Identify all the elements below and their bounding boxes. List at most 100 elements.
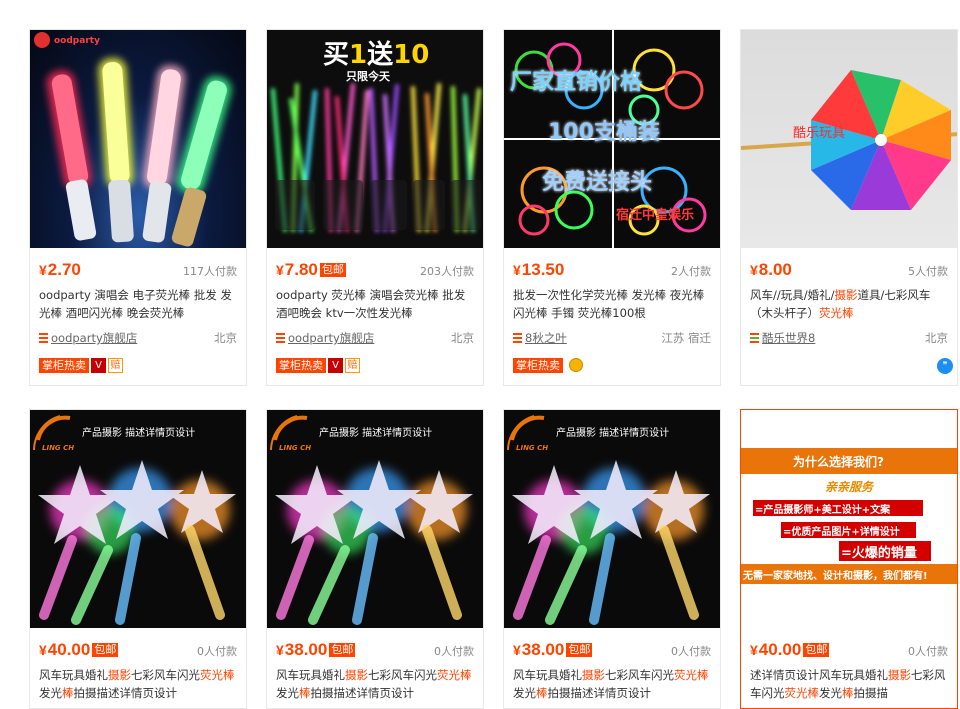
title-text: oodparty 荧光棒 演唱会荧光棒 批发 酒吧晚会 ktv一次性发光棒 xyxy=(276,288,466,320)
badges: 掌柜热卖 V 赔 xyxy=(39,358,123,374)
shop-icon xyxy=(750,333,759,343)
location: 北京 xyxy=(925,331,948,345)
free-shipping-badge: 包邮 xyxy=(329,643,356,657)
title-text: 七彩风车闪光 xyxy=(368,668,437,682)
hot-seller-badge[interactable]: 掌柜热卖 xyxy=(39,358,89,373)
seller-watermark: 宿迁中皇娱乐 xyxy=(616,208,695,223)
product-card[interactable]: 厂家直销价格 100支桶装 免费送接头 宿迁中皇娱乐 ¥13.50 2人付款 批… xyxy=(503,29,721,386)
product-card[interactable]: 酷乐玩具 ¥8.00 5人付款 风车//玩具/婚礼/摄影道具/七彩风车（木头杆子… xyxy=(740,29,958,386)
compensation-badge-icon[interactable]: 赔 xyxy=(345,358,360,373)
payers-count: 0人付款 xyxy=(197,645,237,658)
product-card[interactable]: 买1送10 只限今天 ¥7.80 包邮 203人付款 oodparty 荧光棒 演… xyxy=(266,29,484,386)
product-title[interactable]: oodparty 荧光棒 演唱会荧光棒 批发 酒吧晚会 ktv一次性发光棒 xyxy=(276,286,474,322)
title-text: 批发一次性化学荧光棒 发光棒 夜光棒 闪光棒 手镯 荧光棒100根 xyxy=(513,288,705,320)
product-title[interactable]: 风车//玩具/婚礼/摄影道具/七彩风车（木头杆子）荧光棒 xyxy=(750,286,948,322)
free-shipping-badge: 包邮 xyxy=(92,643,119,657)
product-title[interactable]: 批发一次性化学荧光棒 发光棒 夜光棒 闪光棒 手镯 荧光棒100根 xyxy=(513,286,711,322)
free-shipping-badge: 包邮 xyxy=(319,263,346,277)
title-text: 风车玩具婚礼 xyxy=(276,668,345,682)
brand-logo: LING CH xyxy=(42,444,75,452)
badges: 掌柜热卖 V 赔 xyxy=(276,358,360,374)
title-text: 述详情页设计风车玩具婚礼 xyxy=(750,668,888,682)
product-card[interactable]: 产品摄影 描述详情页设计 LING CH ¥40.00 包邮 0人付款 风车玩具婚… xyxy=(29,409,247,709)
product-title[interactable]: 风车玩具婚礼摄影七彩风车闪光荧光棒发光棒拍摄描述详情页设计 xyxy=(39,666,237,702)
title-text: 七彩风车闪光 xyxy=(605,668,674,682)
product-card[interactable]: oodparty ¥2.70 117人付款 oodparty 演唱会 电子荧光棒… xyxy=(29,29,247,386)
ad-label: 产品摄影 描述详情页设计 xyxy=(82,428,196,439)
price: ¥40.00 包邮 xyxy=(750,640,830,659)
title-keyword: 荧光棒 xyxy=(200,668,235,682)
payers-count: 0人付款 xyxy=(434,645,474,658)
shop-watermark: 酷乐玩具 xyxy=(793,126,846,141)
title-keyword: 摄影 xyxy=(345,668,368,682)
v-badge-icon[interactable]: V xyxy=(91,358,106,373)
star-wands-graphic xyxy=(33,415,236,625)
product-image[interactable]: oodparty xyxy=(30,30,246,248)
price: ¥38.00 包邮 xyxy=(276,640,356,659)
medal-badge-icon[interactable] xyxy=(569,358,583,372)
ad-question: 为什么选择我们? xyxy=(793,455,884,469)
badges: 掌柜热卖 xyxy=(513,358,583,374)
payers-count: 0人付款 xyxy=(671,645,711,658)
payers-count: 203人付款 xyxy=(420,265,474,278)
product-image[interactable]: 产品摄影 描述详情页设计 LING CH xyxy=(504,410,720,628)
hot-seller-badge[interactable]: 掌柜热卖 xyxy=(276,358,326,373)
hot-seller-badge[interactable]: 掌柜热卖 xyxy=(513,358,563,373)
price: ¥2.70 xyxy=(39,260,81,279)
promo-line-3: 免费送接头 xyxy=(542,170,653,195)
shop-icon xyxy=(276,333,285,343)
title-keyword: 荧光棒 xyxy=(819,306,854,320)
product-title[interactable]: 风车玩具婚礼摄影七彩风车闪光荧光棒发光棒拍摄描述详情页设计 xyxy=(513,666,711,702)
ad-service: 亲亲服务 xyxy=(825,480,874,494)
product-card[interactable]: 产品摄影 描述详情页设计 LING CH ¥38.00 包邮 0人付款 风车玩具婚… xyxy=(503,409,721,709)
wangwang-chat-icon[interactable]: ❞ xyxy=(937,358,953,374)
price: ¥8.00 xyxy=(750,260,792,279)
promo-line-1: 厂家直销价格 xyxy=(510,70,643,95)
product-image[interactable]: 产品摄影 描述详情页设计 LING CH xyxy=(267,410,483,628)
title-text: 风车//玩具/婚礼/ xyxy=(750,288,835,302)
title-text: 风车玩具婚礼 xyxy=(513,668,582,682)
title-keyword: 摄影 xyxy=(888,668,911,682)
location: 北京 xyxy=(214,331,237,345)
product-title[interactable]: oodparty 演唱会 电子荧光棒 批发 发光棒 酒吧闪光棒 晚会荧光棒 xyxy=(39,286,237,322)
compensation-badge-icon[interactable]: 赔 xyxy=(108,358,123,373)
shop-link[interactable]: oodparty旗舰店 xyxy=(51,331,137,345)
payers-count: 2人付款 xyxy=(671,265,711,278)
payers-count: 117人付款 xyxy=(183,265,237,278)
product-title[interactable]: 述详情页设计风车玩具婚礼摄影七彩风车闪光荧光棒发光棒拍摄描 xyxy=(750,666,948,702)
shop-link[interactable]: oodparty旗舰店 xyxy=(288,331,374,345)
product-card[interactable]: 为什么选择我们? 亲亲服务 =产品摄影师+美工设计+文案 =优质产品图片+详情设… xyxy=(740,409,958,709)
brand-logo: oodparty xyxy=(54,36,100,46)
location: 北京 xyxy=(451,331,474,345)
pinwheel-graphic xyxy=(741,70,957,210)
ad-bullet-3: =火爆的销量 xyxy=(841,546,917,561)
shop-link[interactable]: 酷乐世界8 xyxy=(762,331,815,345)
ad-bullet-1: =产品摄影师+美工设计+文案 xyxy=(755,505,891,516)
ad-label: 产品摄影 描述详情页设计 xyxy=(556,428,670,439)
product-title[interactable]: 风车玩具婚礼摄影七彩风车闪光荧光棒发光棒拍摄描述详情页设计 xyxy=(276,666,474,702)
brand-logo: LING CH xyxy=(279,444,312,452)
product-card[interactable]: 产品摄影 描述详情页设计 LING CH ¥38.00 包邮 0人付款 风车玩具婚… xyxy=(266,409,484,709)
title-keyword: 摄影 xyxy=(108,668,131,682)
price: ¥7.80 包邮 xyxy=(276,260,346,279)
price: ¥38.00 包邮 xyxy=(513,640,593,659)
title-text: oodparty 演唱会 电子荧光棒 批发 发光棒 酒吧闪光棒 晚会荧光棒 xyxy=(39,288,232,320)
price: ¥13.50 xyxy=(513,260,565,279)
v-badge-icon[interactable]: V xyxy=(328,358,343,373)
title-keyword: 荧光棒 xyxy=(674,668,709,682)
product-image[interactable]: 产品摄影 描述详情页设计 LING CH xyxy=(30,410,246,628)
title-keyword: 摄影 xyxy=(582,668,605,682)
product-image[interactable]: 为什么选择我们? 亲亲服务 =产品摄影师+美工设计+文案 =优质产品图片+详情设… xyxy=(741,410,957,628)
title-text: 风车玩具婚礼 xyxy=(39,668,108,682)
ad-label: 产品摄影 描述详情页设计 xyxy=(319,428,433,439)
product-image[interactable]: 厂家直销价格 100支桶装 免费送接头 宿迁中皇娱乐 xyxy=(504,30,720,248)
shop-link[interactable]: 8秋之叶 xyxy=(525,331,567,345)
promo-line-2: 100支桶装 xyxy=(548,120,660,145)
promo-subline: 只限今天 xyxy=(346,70,390,83)
star-wands-graphic xyxy=(270,415,473,625)
title-keyword: 荧光棒 xyxy=(437,668,472,682)
free-shipping-badge: 包邮 xyxy=(803,643,830,657)
product-image[interactable]: 买1送10 只限今天 xyxy=(267,30,483,248)
promo-headline: 买1送10 xyxy=(323,40,430,70)
product-image[interactable]: 酷乐玩具 xyxy=(741,30,957,248)
